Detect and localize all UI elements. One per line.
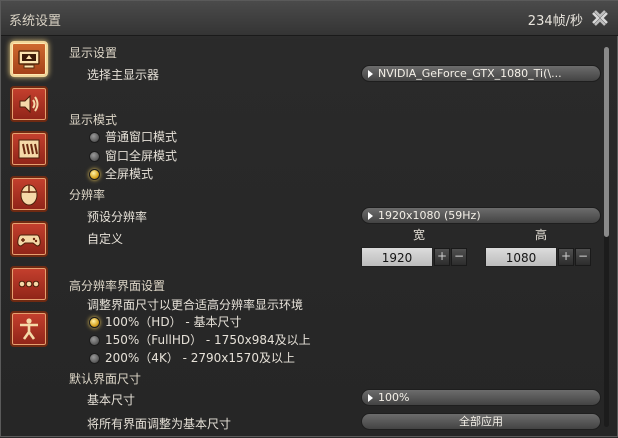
fps-counter: 234帧/秒	[527, 14, 583, 29]
settings-content: 显示设置 选择主显示器 NVIDIA_GeForce_GTX_1080_Ti(\…	[61, 35, 609, 438]
ui-scale-option-150: 150%（FullHD） - 1750x984及以上	[105, 333, 311, 347]
hires-ui-section-title: 高分辨率界面设置	[69, 279, 166, 293]
apply-all-button[interactable]: 全部应用	[361, 413, 601, 430]
radio-ui-100[interactable]	[89, 317, 100, 328]
height-increase-button[interactable]: +	[558, 248, 574, 266]
display-mode-option-windowed: 普通窗口模式	[105, 130, 178, 144]
display-mode-option-fullscreen: 全屏模式	[105, 167, 154, 181]
default-ui-section-title: 默认界面尺寸	[69, 372, 142, 386]
sidebar-item-controller[interactable]	[10, 221, 48, 257]
radio-borderless[interactable]	[89, 151, 100, 162]
sidebar-item-other[interactable]	[10, 266, 48, 302]
settings-window: 系统设置 234帧/秒 显示设置 选择主显示器 NVIDIA_GeForce_G…	[0, 0, 618, 437]
width-decrease-button[interactable]: −	[451, 248, 467, 266]
main-display-value: NVIDIA_GeForce_GTX_1080_Ti(\...	[378, 67, 562, 80]
main-display-label: 选择主显示器	[87, 68, 160, 82]
dropdown-arrow-icon	[368, 70, 373, 78]
sidebar-item-ui[interactable]	[10, 131, 48, 167]
radio-fullscreen[interactable]	[89, 169, 100, 180]
speaker-icon	[19, 94, 39, 114]
close-icon[interactable]	[589, 7, 611, 29]
window-icon	[18, 139, 40, 159]
dropdown-arrow-icon	[368, 394, 373, 402]
sidebar-item-sound[interactable]	[10, 86, 48, 122]
mouse-icon	[20, 184, 38, 206]
preset-resolution-dropdown[interactable]: 1920x1080 (59Hz)	[361, 207, 601, 224]
apply-all-label: 将所有界面调整为基本尺寸	[87, 417, 232, 431]
main-display-dropdown[interactable]: NVIDIA_GeForce_GTX_1080_Ti(\...	[361, 65, 601, 82]
base-size-label: 基本尺寸	[87, 393, 136, 407]
width-increase-button[interactable]: +	[434, 248, 450, 266]
sidebar-item-accessibility[interactable]	[10, 311, 48, 347]
height-input[interactable]: 1080	[485, 247, 557, 267]
width-label: 宽	[413, 228, 426, 242]
category-sidebar	[7, 41, 51, 356]
preset-resolution-value: 1920x1080 (59Hz)	[378, 209, 481, 222]
base-size-dropdown[interactable]: 100%	[361, 389, 601, 406]
width-input[interactable]: 1920	[361, 247, 433, 267]
ui-scale-option-200: 200%（4K） - 2790x1570及以上	[105, 351, 295, 365]
custom-resolution-label: 自定义	[87, 232, 124, 246]
height-decrease-button[interactable]: −	[575, 248, 591, 266]
ui-scale-option-100: 100%（HD） - 基本尺寸	[105, 315, 242, 329]
window-title: 系统设置	[9, 14, 62, 29]
accessibility-icon	[20, 318, 38, 340]
display-mode-section-title: 显示模式	[69, 113, 118, 127]
scrollbar-thumb[interactable]	[604, 47, 609, 237]
scrollbar[interactable]	[604, 47, 609, 427]
radio-windowed[interactable]	[89, 132, 100, 143]
height-label: 高	[535, 228, 548, 242]
sidebar-item-mouse[interactable]	[10, 176, 48, 212]
sidebar-item-display[interactable]	[10, 41, 48, 77]
radio-ui-200[interactable]	[89, 353, 100, 364]
monitor-icon	[18, 50, 40, 69]
gamepad-icon	[17, 234, 41, 247]
radio-ui-150[interactable]	[89, 335, 100, 346]
display-section-title: 显示设置	[69, 46, 118, 60]
hires-ui-description: 调整界面尺寸以更合适高分辨率显示环境	[87, 298, 304, 312]
preset-resolution-label: 预设分辨率	[87, 210, 148, 224]
display-mode-option-borderless: 窗口全屏模式	[105, 149, 178, 163]
resolution-section-title: 分辨率	[69, 188, 106, 202]
title-bar: 系统设置 234帧/秒	[1, 1, 618, 36]
more-icon	[18, 280, 40, 288]
dropdown-arrow-icon	[368, 212, 373, 220]
base-size-value: 100%	[378, 391, 410, 404]
